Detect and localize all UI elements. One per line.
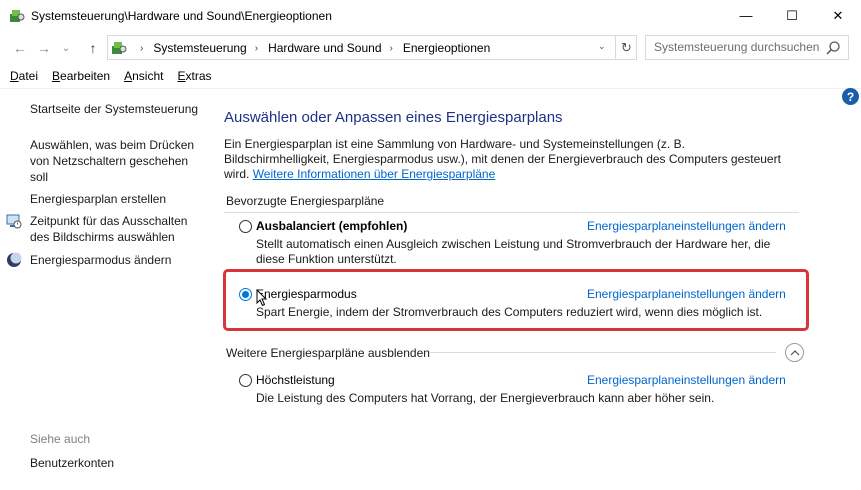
help-button[interactable]: ? [842,88,859,105]
preferred-plans-heading: Bevorzugte Energiesparpläne [226,194,385,208]
chevron-right-icon: › [140,42,144,54]
plan-description: Die Leistung des Computers hat Vorrang, … [256,391,715,405]
radio-hoechstleistung[interactable] [239,374,252,387]
menu-bar: Datei Bearbeiten Ansicht Extras [0,66,861,88]
forward-button[interactable]: → [33,37,55,59]
menu-ansicht-accel: A [124,69,133,83]
address-bar[interactable]: › Systemsteuerung › Hardware und Sound ›… [107,35,637,60]
navigation-bar: ← → ⌄ ↑ › Systemsteuerung › Hardware und… [0,34,861,62]
chevron-up-icon [790,350,799,356]
search-icon[interactable] [825,40,841,56]
forward-arrow-icon: → [37,40,51,56]
search-box[interactable] [645,35,849,60]
back-arrow-icon: ← [13,40,27,56]
intro-text: Ein Energiesparplan ist eine Sammlung vo… [224,137,784,182]
menu-extras[interactable]: Extras [177,66,211,88]
chevron-right-icon[interactable]: › [390,43,393,54]
collapse-button[interactable] [785,343,804,362]
sidebar-item-create-plan[interactable]: Energiesparplan erstellen [30,191,200,207]
menu-bearbeiten[interactable]: Bearbeiten [52,66,110,88]
radio-ausbalanciert[interactable] [239,220,252,233]
plan-description: Stellt automatisch einen Ausgleich zwisc… [256,237,771,266]
more-info-link[interactable]: Weitere Informationen über Energiesparpl… [253,167,496,181]
up-button[interactable]: ↑ [82,37,104,59]
menu-ansicht-label: nsicht [132,69,164,83]
plan-settings-link[interactable]: Energiesparplaneinstellungen ändern [587,219,786,233]
chevron-right-icon[interactable]: › [255,43,258,54]
sidebar-item-display-off[interactable]: Zeitpunkt für das Ausschalten des Bildsc… [30,213,200,245]
maximize-button[interactable]: ☐ [769,0,815,31]
menu-bearbeiten-accel: B [52,69,61,83]
plan-name[interactable]: Höchstleistung [256,373,335,387]
chevron-down-icon: ⌄ [61,42,71,54]
up-arrow-icon: ↑ [89,40,97,56]
plan-name[interactable]: Ausbalanciert (empfohlen) [256,219,407,233]
title-bar: Systemsteuerung\Hardware und Sound\Energ… [0,0,861,32]
see-also-heading: Siehe auch [30,432,91,446]
minimize-button[interactable]: — [723,0,769,31]
address-dropdown-icon[interactable]: ⌄ [598,41,606,52]
sidebar-item-user-accounts[interactable]: Benutzerkonten [30,455,114,471]
menu-datei[interactable]: Datei [10,66,38,88]
recent-locations-button[interactable]: ⌄ [59,37,73,59]
sidebar-item-sleep[interactable]: Energiesparmodus ändern [30,252,200,268]
breadcrumb-item-hardware-und-sound[interactable]: Hardware und Sound [268,41,381,55]
section-divider [430,352,776,353]
menu-datei-label: atei [18,69,39,83]
more-plans-heading: Weitere Energiesparpläne ausblenden [226,346,430,360]
menu-bearbeiten-label: earbeiten [60,69,111,83]
refresh-button[interactable]: ↻ [615,36,637,59]
refresh-icon: ↻ [621,39,632,55]
maximize-icon: ☐ [786,7,798,23]
page-title: Auswählen oder Anpassen eines Energiespa… [224,109,563,126]
highlight-annotation [223,269,809,331]
plan-settings-link[interactable]: Energiesparplaneinstellungen ändern [587,373,786,387]
monitor-clock-icon [6,214,22,229]
menu-extras-label: xtras [185,69,212,83]
sidebar-item-home[interactable]: Startseite der Systemsteuerung [30,101,200,117]
menu-datei-accel: D [10,69,19,83]
sidebar-item-power-buttons[interactable]: Auswählen, was beim Drücken von Netzscha… [30,137,200,185]
breadcrumb-item-energieoptionen[interactable]: Energieoptionen [403,41,490,55]
section-divider [224,212,799,213]
control-panel-icon [10,10,25,22]
minimize-icon: — [739,8,753,23]
moon-icon [7,252,22,267]
search-input[interactable] [654,40,824,54]
help-icon: ? [846,89,855,104]
window-title: Systemsteuerung\Hardware und Sound\Energ… [31,9,332,23]
control-panel-icon [112,42,127,54]
breadcrumb-item-systemsteuerung[interactable]: Systemsteuerung [153,41,246,55]
breadcrumb: › Systemsteuerung › Hardware und Sound ›… [132,41,490,55]
close-icon: ✕ [832,7,844,23]
close-button[interactable]: ✕ [815,0,861,31]
mouse-cursor-icon [256,289,268,307]
back-button[interactable]: ← [9,37,31,59]
menu-ansicht[interactable]: Ansicht [124,66,163,88]
content-divider [0,88,861,89]
